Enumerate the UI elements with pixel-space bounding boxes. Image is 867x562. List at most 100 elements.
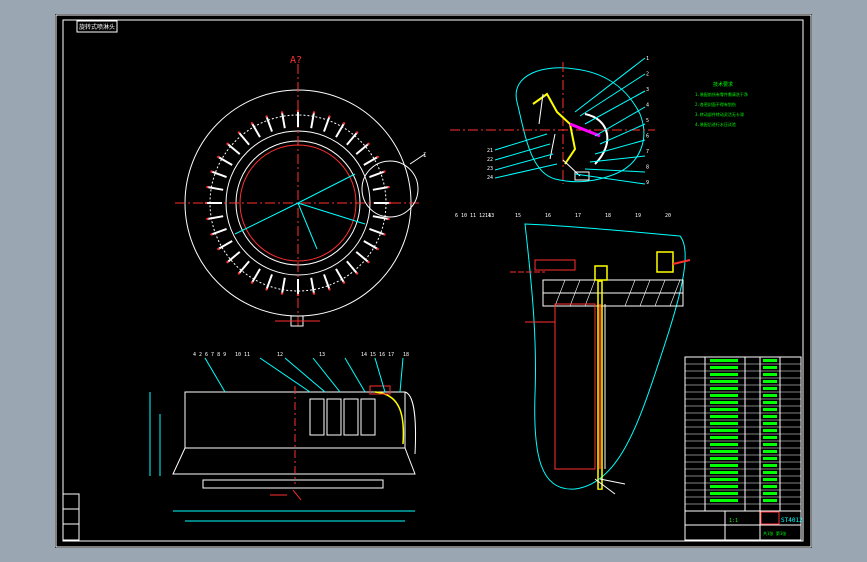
table-cell-text — [763, 366, 777, 369]
table-cell-text — [763, 457, 777, 460]
table-cell-text — [710, 380, 738, 383]
table-cell-text — [763, 478, 777, 481]
tooth-tip — [376, 247, 379, 251]
ring-tooth — [226, 251, 241, 263]
ring-tooth — [238, 131, 250, 146]
table-cell-text — [763, 450, 777, 453]
table-cell-text — [710, 387, 738, 390]
section-callout-6: 19 — [635, 213, 641, 219]
tooth-tip — [237, 272, 241, 275]
table-cell-text — [710, 366, 738, 369]
title-block: 1:1 ST4012 共1张 第1张 — [684, 510, 803, 541]
note-2: 2.各密封面不得有划伤 — [695, 101, 736, 107]
table-cell-text — [710, 471, 738, 474]
ring-tooth — [310, 112, 315, 129]
ring-tooth — [369, 228, 385, 236]
ring-tooth — [265, 116, 273, 132]
table-cell-text — [710, 394, 738, 397]
table-cell-text — [710, 408, 738, 411]
tooth-tip — [226, 142, 229, 146]
table-cell-text — [763, 492, 777, 495]
table-cell-text — [710, 492, 738, 495]
detail-numbers-left: 21 22 23 24 — [487, 148, 493, 181]
table-cell-text — [763, 422, 777, 425]
ring-tooth — [226, 143, 241, 155]
ring-tooth — [323, 274, 331, 290]
tooth-tip — [383, 233, 386, 236]
table-cell-text — [763, 499, 777, 502]
table-cell-text — [763, 408, 777, 411]
drawing-svg: 旋转式喷淋头 I A? 123456789 21222324 技术要求 1.装配… — [55, 14, 812, 548]
part-number-right-5: 6 — [646, 134, 649, 140]
table-cell-text — [710, 457, 738, 460]
ring-tooth — [335, 268, 345, 284]
view-label: A? — [290, 55, 302, 66]
tooth-tip — [355, 131, 359, 134]
table-cell-text — [710, 478, 738, 481]
tooth-tip — [210, 170, 213, 173]
table-cell-text — [763, 359, 777, 362]
tooth-tip — [342, 281, 346, 284]
technical-notes: 技术要求 1.装配前所有零件需清洗干净 2.各密封面不得有划伤 3.转动部件转动… — [695, 81, 748, 127]
side-strip — [62, 493, 80, 541]
bottom-callout-3: 13 — [319, 352, 325, 358]
ring-tooth — [363, 240, 379, 250]
part-number-right-4: 5 — [646, 118, 649, 124]
tooth-tip — [367, 260, 370, 264]
note-4: 4.装配后进行水压试验 — [695, 121, 736, 127]
tooth-tip — [296, 109, 300, 113]
ring-tooth — [346, 260, 358, 275]
section-callout-1: 14 — [485, 213, 491, 219]
section-callout-4: 17 — [575, 213, 581, 219]
part-number-right-8: 9 — [646, 180, 649, 186]
part-number-right-2: 3 — [646, 87, 649, 93]
tooth-tip — [206, 185, 209, 189]
tooth-tip — [367, 142, 370, 146]
ring-tooth — [207, 186, 224, 191]
ring-tooth — [372, 186, 389, 191]
ring-tooth — [281, 112, 286, 129]
table-cell-text — [763, 464, 777, 467]
part-number-right-7: 8 — [646, 165, 649, 171]
ring-tooth — [251, 122, 261, 138]
tooth-tip — [280, 111, 284, 114]
table-cell-text — [763, 429, 777, 432]
detail-label: I — [423, 152, 427, 159]
table-cell-text — [710, 436, 738, 439]
tooth-tip — [217, 247, 220, 251]
part-number-right-0: 1 — [646, 56, 649, 62]
part-number-right-1: 2 — [646, 72, 649, 78]
tooth-tip — [387, 185, 390, 189]
ring-tooth — [346, 131, 358, 146]
table-cell-text — [710, 401, 738, 404]
tooth-tip — [250, 122, 254, 125]
part-number-right-6: 7 — [646, 149, 649, 155]
parts-list-table — [684, 356, 802, 512]
plan-view: I A? — [175, 55, 427, 329]
table-cell-text — [710, 499, 738, 502]
tooth-tip — [265, 115, 268, 118]
table-cell-text — [710, 373, 738, 376]
section-callouts: 6 10 11 12 1314 15 16 17 18 19 20 — [455, 213, 671, 219]
note-3: 3.转动部件转动灵活无卡滞 — [695, 111, 744, 117]
tooth-tip — [226, 260, 229, 264]
bottom-callout-4: 14 15 16 17 — [361, 352, 394, 358]
bottom-callouts: 4 2 6 7 8 9 10 11 12 13 14 15 16 17 18 — [193, 352, 409, 358]
table-cell-text — [763, 387, 777, 390]
table-cell-text — [710, 415, 738, 418]
section-callout-7: 20 — [665, 213, 671, 219]
ring-tooth — [355, 251, 370, 263]
tooth-tip — [217, 155, 220, 159]
section-callout-5: 18 — [605, 213, 611, 219]
section-view — [510, 223, 691, 495]
drawing-number: ST4012 — [781, 517, 803, 524]
drawing-canvas[interactable]: 旋转式喷淋头 I A? 1 2 3 4 5 6 7 8 9 21 22 23 2… — [55, 14, 812, 548]
part-number-left-1: 22 — [487, 157, 493, 163]
ring-tooth — [355, 143, 370, 155]
section-callout-2: 15 — [515, 213, 521, 219]
table-cell-text — [710, 464, 738, 467]
table-cell-text — [710, 422, 738, 425]
tooth-tip — [328, 288, 331, 291]
table-cell-text — [710, 443, 738, 446]
table-cell-text — [763, 380, 777, 383]
